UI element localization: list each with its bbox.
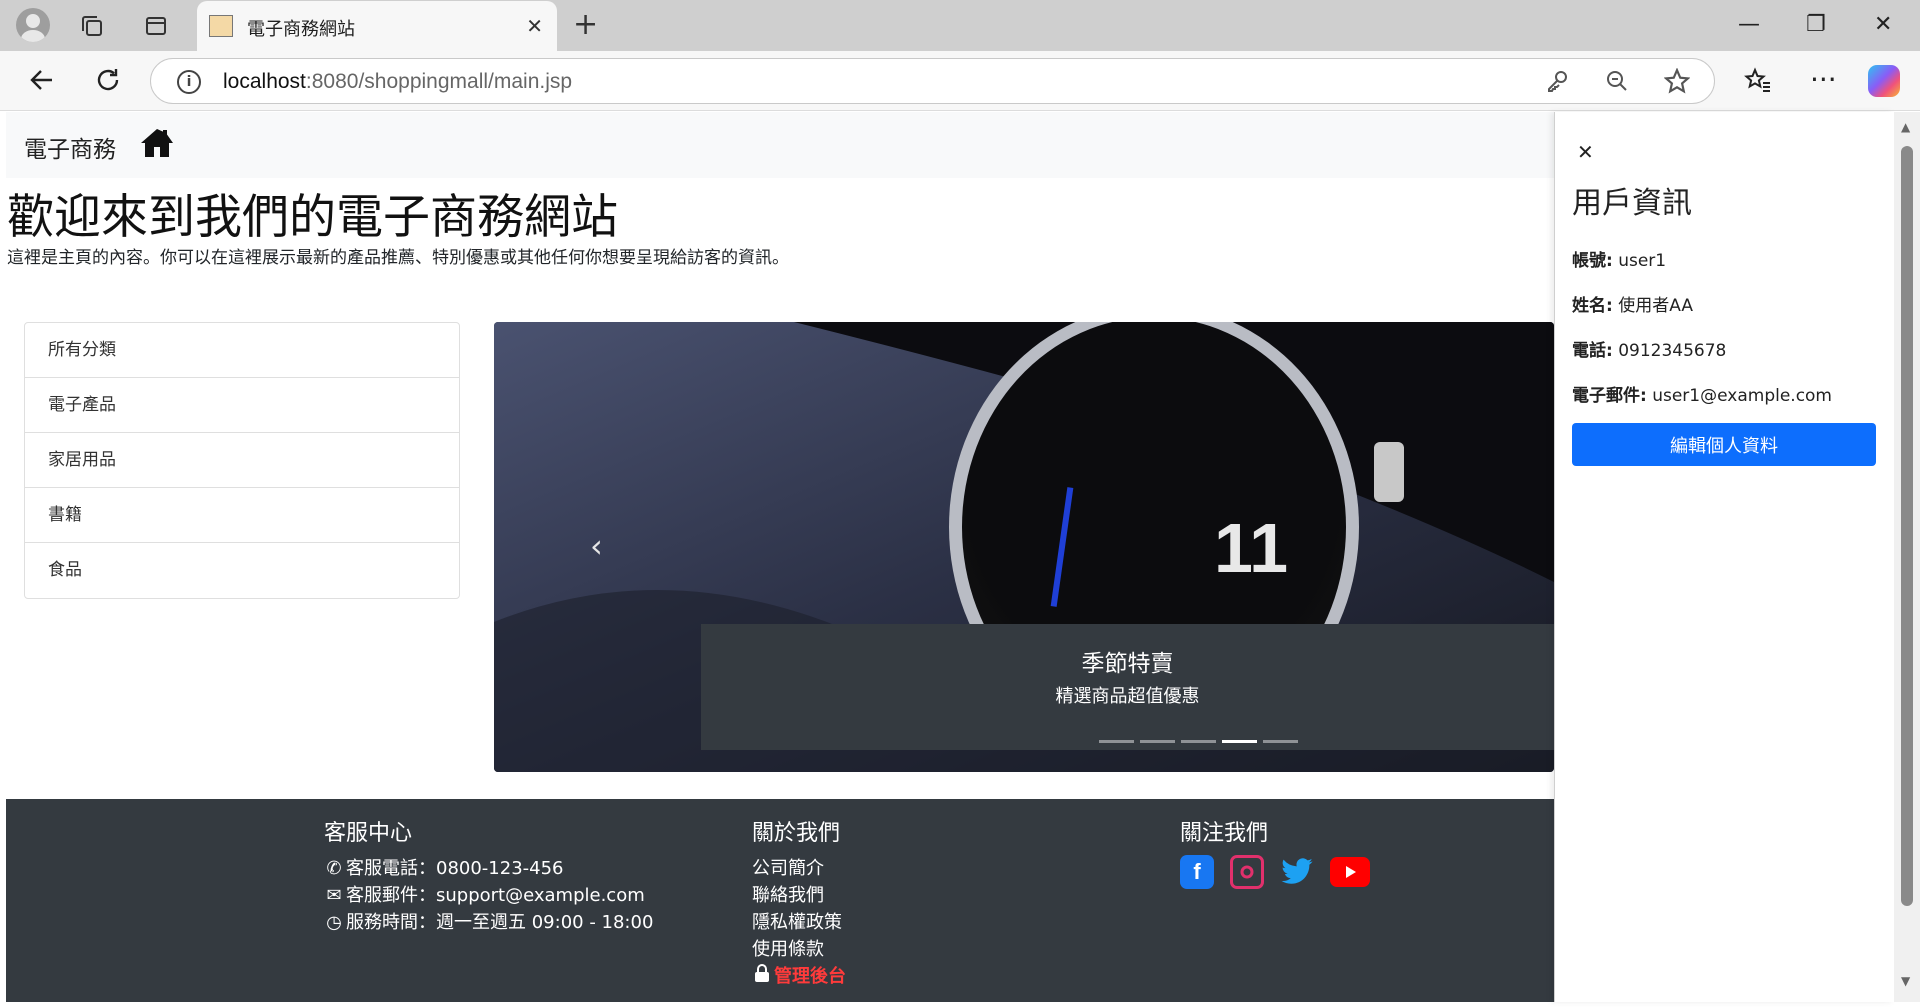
- caption-title: 季節特賣: [1081, 651, 1174, 677]
- address-bar[interactable]: i localhost:8080/shoppingmall/main.jsp: [150, 58, 1715, 104]
- service-hours: ◷ 服務時間：週一至週五 09:00 - 18:00: [324, 909, 653, 936]
- back-arrow-icon[interactable]: [28, 63, 56, 105]
- email-row: 電子郵件: user1@example.com: [1572, 386, 1832, 406]
- page-title: 歡迎來到我們的電子商務網站: [7, 190, 618, 245]
- carousel-indicator[interactable]: [1099, 740, 1134, 743]
- zoom-out-icon[interactable]: [1605, 68, 1629, 100]
- restore-icon[interactable]: ❐: [1806, 12, 1826, 37]
- favorite-star-icon[interactable]: [1663, 67, 1691, 100]
- favorites-icon[interactable]: [1744, 63, 1772, 105]
- carousel-indicator[interactable]: [1181, 740, 1216, 743]
- panel-close-icon[interactable]: ✕: [1577, 140, 1594, 164]
- browser-toolbar: i localhost:8080/shoppingmall/main.jsp ·…: [0, 51, 1920, 111]
- category-item[interactable]: 書籍: [25, 488, 459, 543]
- profile-avatar-icon[interactable]: [16, 8, 50, 42]
- twitter-icon[interactable]: [1280, 855, 1314, 889]
- edit-profile-button[interactable]: 編輯個人資料: [1572, 423, 1876, 466]
- new-tab-icon[interactable]: +: [573, 10, 598, 40]
- footer-link[interactable]: 使用條款: [752, 936, 846, 963]
- footer-link[interactable]: 公司簡介: [752, 855, 846, 882]
- category-item[interactable]: 所有分類: [25, 323, 459, 378]
- footer-link[interactable]: 聯絡我們: [752, 882, 846, 909]
- scroll-down-icon[interactable]: ▼: [1901, 974, 1910, 988]
- carousel-indicator[interactable]: [1263, 740, 1298, 743]
- tab-close-icon[interactable]: ✕: [526, 14, 543, 38]
- instagram-icon[interactable]: [1230, 855, 1264, 889]
- browser-tab-active[interactable]: 電子商務網站 ✕: [197, 1, 557, 51]
- caption-text: 精選商品超值優惠: [1055, 686, 1200, 707]
- category-item[interactable]: 食品: [25, 543, 459, 598]
- admin-link[interactable]: 管理後台: [752, 963, 846, 990]
- copilot-icon[interactable]: [1868, 65, 1900, 97]
- category-list: 所有分類 電子產品 家居用品 書籍 食品: [24, 322, 460, 599]
- category-item[interactable]: 家居用品: [25, 433, 459, 488]
- scrollbar-thumb[interactable]: [1901, 146, 1913, 906]
- home-icon[interactable]: [140, 127, 174, 159]
- carousel-indicator[interactable]: [1140, 740, 1175, 743]
- more-menu-icon[interactable]: ···: [1810, 63, 1837, 97]
- footer-follow-column: 關注我們 f: [1180, 815, 1370, 889]
- page-scrollbar[interactable]: ▲ ▼: [1894, 112, 1920, 1002]
- service-email: ✉ 客服郵件：support@example.com: [324, 882, 653, 909]
- clock-icon: ◷: [326, 912, 342, 933]
- youtube-icon[interactable]: [1330, 857, 1370, 887]
- category-item[interactable]: 電子產品: [25, 378, 459, 433]
- scroll-up-icon[interactable]: ▲: [1901, 120, 1910, 134]
- workspaces-icon[interactable]: [76, 10, 108, 42]
- navbar-brand[interactable]: 電子商務: [24, 130, 116, 164]
- footer-about-column: 關於我們 公司簡介 聯絡我們 隱私權政策 使用條款 管理後台: [752, 815, 846, 990]
- product-carousel[interactable]: 11 ‹ 季節特賣 精選商品超值優惠: [494, 322, 1554, 772]
- carousel-indicator-active[interactable]: [1222, 740, 1257, 743]
- site-favicon-icon: [209, 15, 233, 37]
- footer-heading: 關於我們: [752, 821, 841, 846]
- envelope-icon: ✉: [326, 885, 342, 906]
- site-footer: 客服中心 ✆ 客服電話：0800-123-456 ✉ 客服郵件：support@ex…: [6, 799, 1554, 1002]
- phone-icon: ✆: [326, 858, 342, 879]
- site-info-icon[interactable]: i: [177, 70, 201, 94]
- minimize-icon[interactable]: —: [1738, 12, 1760, 37]
- panel-title: 用戶資訊: [1572, 186, 1692, 221]
- footer-heading: 關注我們: [1180, 821, 1269, 846]
- url-text: localhost:8080/shoppingmall/main.jsp: [223, 70, 573, 93]
- window-close-icon[interactable]: ✕: [1874, 12, 1892, 37]
- carousel-caption: 季節特賣 精選商品超值優惠: [701, 624, 1554, 750]
- service-phone: ✆ 客服電話：0800-123-456: [324, 855, 653, 882]
- lock-icon: [752, 963, 772, 990]
- browser-tab-strip: 電子商務網站 ✕ + — ❐ ✕: [0, 0, 1920, 51]
- svg-text:11: 11: [1214, 509, 1288, 587]
- site-navbar: 電子商務: [6, 112, 1554, 178]
- account-row: 帳號: user1: [1572, 251, 1667, 271]
- carousel-prev-icon[interactable]: ‹: [590, 527, 603, 565]
- footer-link[interactable]: 隱私權政策: [752, 909, 846, 936]
- page-content: 電子商務 歡迎來到我們的電子商務網站 這裡是主頁的內容。你可以在這裡展示最新的產…: [6, 112, 1554, 1002]
- name-row: 姓名: 使用者AA: [1572, 296, 1693, 316]
- facebook-icon[interactable]: f: [1180, 855, 1214, 889]
- page-subtitle: 這裡是主頁的內容。你可以在這裡展示最新的產品推薦、特別優惠或其他任何你想要呈現給…: [7, 248, 789, 268]
- footer-service-column: 客服中心 ✆ 客服電話：0800-123-456 ✉ 客服郵件：support@ex…: [324, 815, 653, 936]
- footer-heading: 客服中心: [324, 821, 413, 846]
- refresh-icon[interactable]: [94, 63, 122, 105]
- carousel-indicators: [1099, 740, 1298, 743]
- tab-actions-icon[interactable]: [140, 10, 172, 42]
- social-icons: f: [1180, 855, 1370, 889]
- tab-title: 電子商務網站: [247, 19, 355, 40]
- user-info-panel: ✕ 用戶資訊 帳號: user1 姓名: 使用者AA 電話: 091234567…: [1554, 112, 1894, 1002]
- phone-row: 電話: 0912345678: [1572, 341, 1727, 361]
- key-icon[interactable]: [1546, 68, 1570, 100]
